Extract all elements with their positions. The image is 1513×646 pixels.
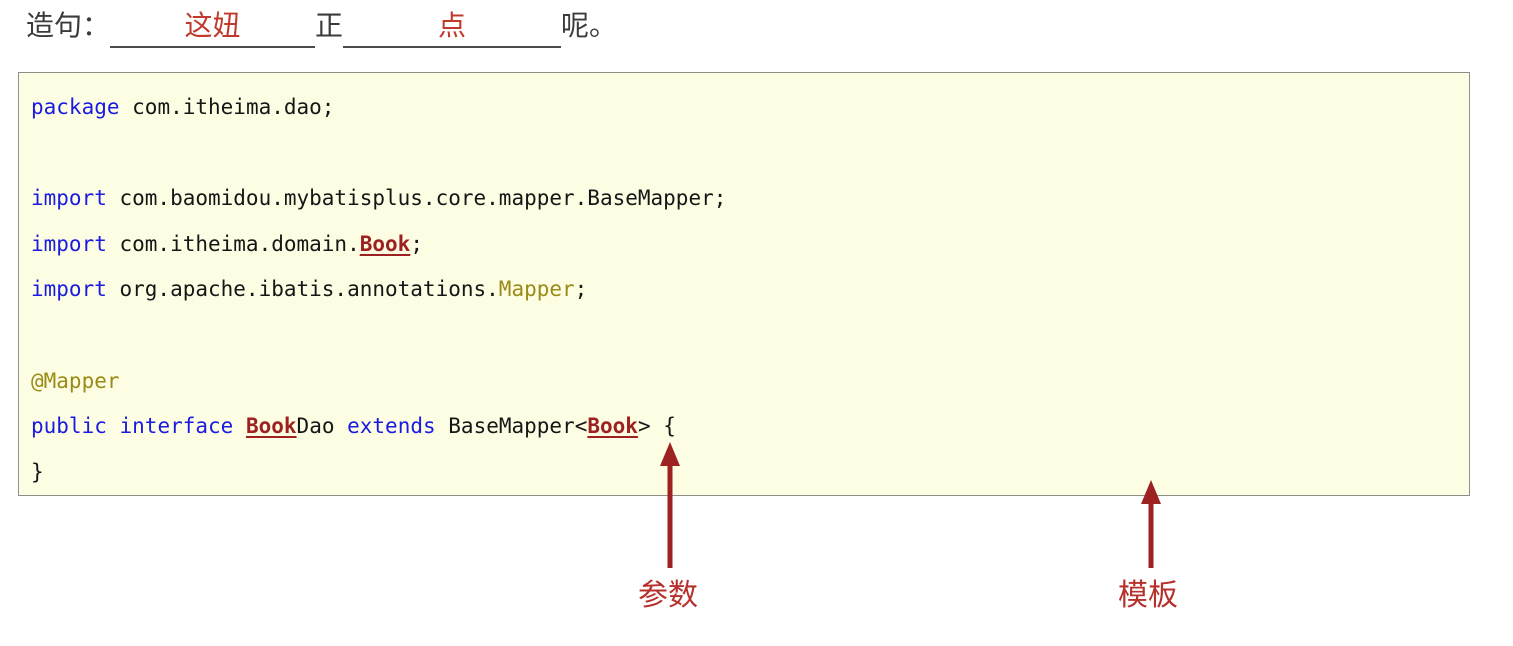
import-book-line: import com.itheima.domain.Book; — [31, 222, 726, 268]
code-token: BaseMapper< — [435, 414, 588, 439]
code-token: com.baomidou.mybatisplus.core.mapper.Bas… — [106, 186, 727, 211]
code-token: Dao — [296, 414, 348, 439]
code-token: Book — [587, 414, 638, 439]
code-token: org.apache.ibatis.annotations. — [106, 277, 499, 302]
parameter-arrow — [660, 442, 680, 568]
sentence-middle-text: 正 — [315, 10, 344, 41]
code-token: } — [31, 459, 44, 484]
code-token: import — [31, 277, 107, 302]
code-block: package com.itheima.dao; import com.baom… — [18, 72, 1470, 496]
package-line: package com.itheima.dao; — [31, 85, 726, 131]
code-token: ; — [410, 231, 423, 256]
parameter-arrow-label: 参数 — [638, 578, 698, 613]
code-token: Book — [245, 414, 297, 439]
code-token: package — [31, 95, 120, 119]
code-lines: package com.itheima.dao; import com.baom… — [31, 85, 726, 495]
closing-brace-line: } — [31, 450, 726, 495]
annotation-mapper-line: @Mapper — [31, 359, 726, 405]
import-basemapper-line: import com.baomidou.mybatisplus.core.map… — [31, 176, 726, 222]
code-token: interface — [119, 414, 234, 439]
template-arrow-label: 模板 — [1118, 578, 1178, 613]
code-token: com.itheima.dao; — [119, 95, 335, 119]
header-sentence: 造句： 这妞正点呢。 — [26, 6, 617, 48]
import-mapper-line: import org.apache.ibatis.annotations.Map… — [31, 267, 726, 313]
code-token: ; — [574, 277, 588, 302]
code-token: @Mapper — [31, 368, 120, 393]
template-arrow — [1141, 480, 1161, 568]
sentence-suffix: 呢。 — [561, 10, 618, 41]
code-token: > { — [637, 414, 676, 439]
code-token: extends — [347, 414, 436, 439]
sentence-blank-1: 这妞 — [110, 6, 316, 48]
code-token: Book — [359, 231, 411, 256]
sentence-blank-2: 点 — [343, 6, 562, 48]
code-token: import — [31, 186, 107, 211]
interface-declaration-line: public interface BookDao extends BaseMap… — [31, 404, 726, 450]
code-token: Mapper — [498, 277, 575, 302]
code-token: import — [31, 231, 107, 256]
sentence-prefix: 造句： — [26, 10, 111, 41]
code-token: public — [31, 414, 107, 439]
code-token: com.itheima.domain. — [106, 231, 360, 256]
